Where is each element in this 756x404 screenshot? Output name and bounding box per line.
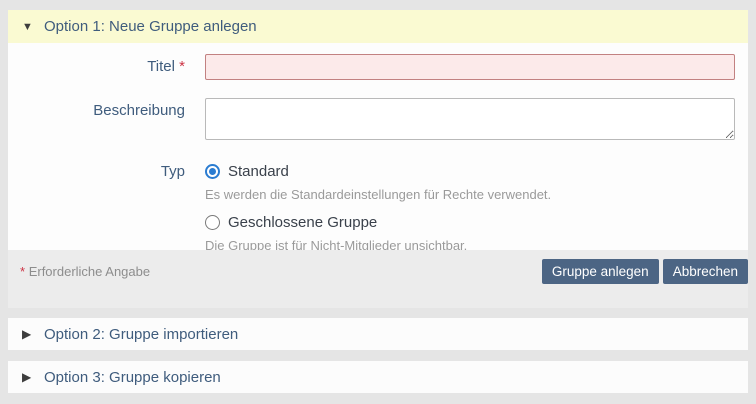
form-row-typ: Typ Standard Es werden die Standardeinst… (8, 161, 735, 250)
form-row-titel: Titel * (8, 54, 735, 80)
caret-down-icon: ▼ (22, 21, 44, 33)
accordion-container: ▼ Option 1: Neue Gruppe anlegen Titel * … (0, 0, 756, 404)
beschreibung-textarea[interactable] (205, 98, 735, 140)
create-group-button[interactable]: Gruppe anlegen (542, 259, 659, 284)
accordion-header-option3[interactable]: ▶ Option 3: Gruppe kopieren (8, 361, 748, 393)
radio-option-standard[interactable]: Standard (205, 161, 735, 182)
titel-field-wrap (205, 54, 735, 80)
accordion-title-option1: Option 1: Neue Gruppe anlegen (44, 18, 257, 35)
titel-input[interactable] (205, 54, 735, 80)
titel-required-asterisk: * (179, 58, 185, 75)
accordion-header-option2[interactable]: ▶ Option 2: Gruppe importieren (8, 318, 748, 350)
required-note-text: Erforderliche Angabe (29, 264, 150, 279)
accordion-title-option2: Option 2: Gruppe importieren (44, 326, 238, 343)
panel-option3: ▶ Option 3: Gruppe kopieren (8, 361, 748, 393)
typ-label: Typ (8, 161, 185, 250)
caret-right-icon: ▶ (22, 370, 44, 384)
form-row-beschreibung: Beschreibung (8, 98, 735, 145)
required-note: * Erforderliche Angabe (20, 259, 150, 284)
caret-right-icon: ▶ (22, 327, 44, 341)
new-group-form: Titel * Beschreibung Typ (8, 43, 748, 250)
radio-unselected-icon[interactable] (205, 215, 220, 230)
radio-standard-label[interactable]: Standard (228, 163, 289, 180)
radio-option-geschlossene-gruppe[interactable]: Geschlossene Gruppe (205, 212, 735, 233)
cancel-button[interactable]: Abbrechen (663, 259, 748, 284)
titel-label: Titel * (8, 54, 185, 80)
radio-geschlossene-gruppe-hint: Die Gruppe ist für Nicht-Mitglieder unsi… (205, 237, 735, 250)
panel-option1: ▼ Option 1: Neue Gruppe anlegen Titel * … (8, 10, 748, 308)
radio-selected-icon[interactable] (205, 164, 220, 179)
footer-buttons: Gruppe anlegen Abbrechen (538, 259, 748, 284)
beschreibung-field-wrap (205, 98, 735, 145)
radio-standard-hint: Es werden die Standardeinstellungen für … (205, 186, 735, 203)
accordion-header-option1[interactable]: ▼ Option 1: Neue Gruppe anlegen (8, 10, 748, 43)
radio-geschlossene-gruppe-label[interactable]: Geschlossene Gruppe (228, 214, 377, 231)
form-footer: * Erforderliche Angabe Gruppe anlegen Ab… (8, 250, 748, 308)
accordion-title-option3: Option 3: Gruppe kopieren (44, 369, 221, 386)
beschreibung-label: Beschreibung (8, 98, 185, 145)
titel-label-text: Titel (147, 58, 175, 75)
typ-radio-group: Standard Es werden die Standardeinstellu… (205, 161, 735, 250)
required-note-asterisk: * (20, 264, 25, 279)
panel-option2: ▶ Option 2: Gruppe importieren (8, 318, 748, 350)
